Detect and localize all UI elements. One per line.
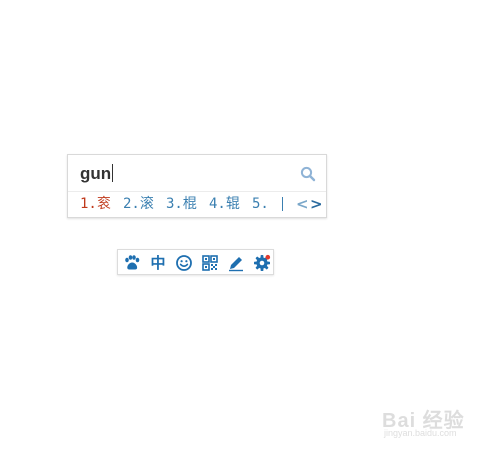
candidate-text: 棍 [182, 196, 197, 212]
notification-dot [265, 254, 271, 260]
candidate-text: 衮 [96, 196, 111, 212]
chinese-mode-icon[interactable]: 中 [149, 254, 167, 272]
prev-page-button[interactable]: < [296, 193, 309, 215]
composition-row: gun [68, 155, 326, 192]
next-page-button[interactable]: > [310, 193, 323, 215]
candidate-text: 辊 [225, 196, 240, 212]
candidate-number: 4. [209, 196, 226, 212]
paw-icon[interactable] [123, 254, 141, 272]
watermark-subtext: jingyan.baidu.com [384, 428, 457, 438]
candidate-1[interactable]: 1.衮 [80, 193, 111, 215]
watermark: Bai 经验 jingyan.baidu.com [382, 400, 482, 440]
candidate-4[interactable]: 4.辊 [209, 193, 240, 215]
candidate-number: 5. [252, 196, 269, 212]
composition-text: gun [80, 164, 112, 183]
pen-icon[interactable] [227, 254, 245, 272]
search-icon[interactable] [300, 166, 316, 182]
candidate-number: 1. [80, 196, 97, 212]
gear-icon[interactable] [253, 254, 271, 272]
candidate-cursor [282, 197, 283, 211]
composition-input[interactable]: gun [80, 164, 114, 183]
emoji-icon[interactable] [175, 254, 193, 272]
ime-status-toolbar: 中 [117, 249, 274, 275]
candidate-number: 3. [166, 196, 183, 212]
candidate-number: 2. [123, 196, 140, 212]
text-caret [112, 164, 114, 182]
ime-candidate-window: gun 1.衮 2.滚 3.棍 4.辊 5. < > [67, 154, 327, 218]
candidate-text: 滚 [139, 196, 154, 212]
candidate-3[interactable]: 3.棍 [166, 193, 197, 215]
keyboard-grid-icon[interactable] [201, 254, 219, 272]
candidate-2[interactable]: 2.滚 [123, 193, 154, 215]
candidate-5[interactable]: 5. [252, 193, 269, 215]
